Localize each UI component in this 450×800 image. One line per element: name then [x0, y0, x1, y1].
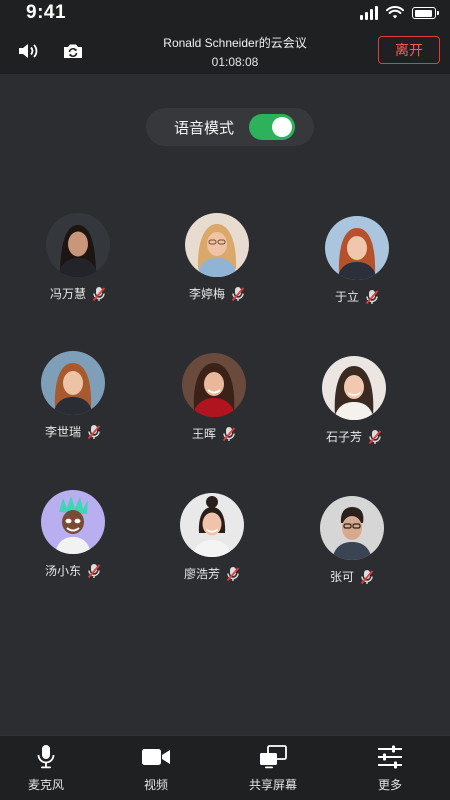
participant-name: 王晖 — [191, 427, 216, 441]
participant-name: 李婷梅 — [188, 287, 225, 301]
more-settings-icon — [378, 745, 402, 769]
microphone-button[interactable]: 麦克风 — [6, 742, 86, 793]
participant-tile[interactable]: 王晖 — [154, 353, 274, 442]
avatar — [320, 496, 384, 560]
participant-name: 汤小东 — [44, 564, 81, 578]
participant-grid: 冯万慧 李婷梅 于立 李世瑞 王晖 石子芳 汤小东 廖浩芳 张可 — [0, 0, 450, 800]
video-button[interactable]: 视频 — [116, 742, 196, 793]
muted-microphone-icon — [222, 426, 236, 441]
participant-name: 冯万慧 — [49, 287, 86, 301]
participant-name-row: 王晖 — [154, 425, 274, 442]
participant-name-row: 石子芳 — [294, 428, 414, 445]
muted-microphone-icon — [368, 429, 382, 444]
participant-tile[interactable]: 廖浩芳 — [152, 493, 272, 582]
participant-tile[interactable]: 冯万慧 — [18, 213, 138, 302]
avatar — [41, 351, 105, 415]
avatar — [322, 356, 386, 420]
avatar — [180, 493, 244, 557]
video-camera-icon — [142, 749, 170, 765]
share-screen-button[interactable]: 共享屏幕 — [233, 742, 313, 793]
participant-name: 李世瑞 — [44, 425, 81, 439]
avatar — [46, 213, 110, 277]
muted-microphone-icon — [226, 566, 240, 581]
participant-tile[interactable]: 汤小东 — [13, 490, 133, 579]
muted-microphone-icon — [87, 424, 101, 439]
avatar — [185, 213, 249, 277]
participant-name: 廖浩芳 — [183, 567, 220, 581]
avatar — [182, 353, 246, 417]
participant-name-row: 张可 — [292, 568, 412, 585]
share-screen-icon — [260, 745, 287, 769]
muted-microphone-icon — [92, 286, 106, 301]
muted-microphone-icon — [231, 286, 245, 301]
muted-microphone-icon — [365, 289, 379, 304]
participant-name: 张可 — [329, 570, 354, 584]
participant-name-row: 李婷梅 — [157, 285, 277, 302]
participant-name: 于立 — [334, 290, 359, 304]
participant-tile[interactable]: 李婷梅 — [157, 213, 277, 302]
participant-name-row: 李世瑞 — [13, 423, 133, 440]
microphone-icon — [37, 745, 55, 769]
more-button[interactable]: 更多 — [350, 742, 430, 793]
muted-microphone-icon — [87, 563, 101, 578]
participant-tile[interactable]: 张可 — [292, 496, 412, 585]
participant-tile[interactable]: 于立 — [297, 216, 417, 305]
participant-name-row: 廖浩芳 — [152, 565, 272, 582]
participant-name-row: 于立 — [297, 288, 417, 305]
toolbar-label: 共享屏幕 — [248, 778, 297, 792]
toolbar-label: 视频 — [143, 778, 168, 792]
participant-name-row: 冯万慧 — [18, 285, 138, 302]
muted-microphone-icon — [360, 569, 374, 584]
participant-name: 石子芳 — [325, 430, 362, 444]
participant-tile[interactable]: 石子芳 — [294, 356, 414, 445]
toolbar-label: 更多 — [377, 778, 402, 792]
avatar — [325, 216, 389, 280]
participant-tile[interactable]: 李世瑞 — [13, 351, 133, 440]
avatar — [41, 490, 105, 554]
bottom-toolbar: 麦克风 视频 共享屏幕 更多 — [0, 735, 450, 800]
participant-name-row: 汤小东 — [13, 562, 133, 579]
toolbar-label: 麦克风 — [27, 778, 64, 792]
